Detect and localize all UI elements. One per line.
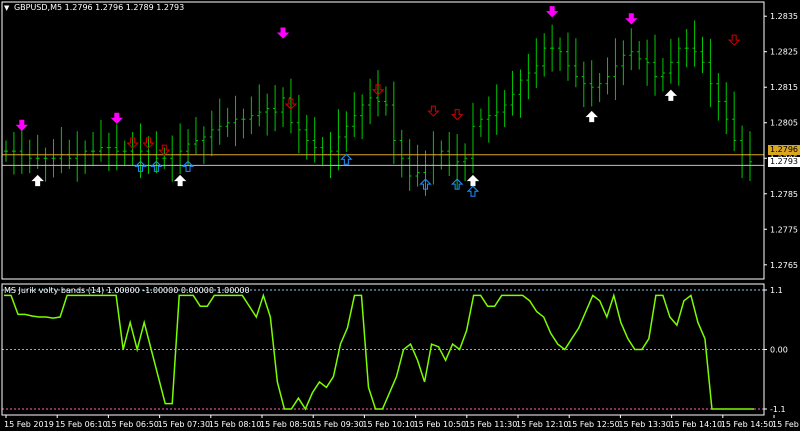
chevron-down-icon[interactable]: ▼ xyxy=(4,4,9,12)
price-tick-label: 1.2765 xyxy=(770,261,798,270)
arrow-up-icon xyxy=(340,153,353,165)
arrow-up-icon xyxy=(585,110,598,123)
bid-price-tag: 1.2796 xyxy=(768,145,800,155)
arrow-down-icon xyxy=(15,119,29,132)
indicator-title: MS Jurik volty bands (14) 1.00000 -1.000… xyxy=(4,286,250,295)
indicator-pane[interactable] xyxy=(2,289,764,411)
arrow-up-icon xyxy=(173,174,187,187)
arrow-up-icon xyxy=(664,89,678,101)
chart-header: ▼ GBPUSD,M5 1.2796 1.2796 1.2789 1.2793 xyxy=(4,3,184,12)
time-tick-label: 15 Feb 06:10 xyxy=(55,420,107,429)
arrow-down-icon xyxy=(727,34,741,46)
time-tick-label: 15 Feb 13:30 xyxy=(618,420,670,429)
price-tick-label: 1.2825 xyxy=(770,48,798,57)
indicator-tick-label: -1.1 xyxy=(770,405,786,414)
price-tick-label: 1.2815 xyxy=(770,83,798,92)
time-tick-label: 15 Feb 06:50 xyxy=(106,420,158,429)
arrow-down-icon xyxy=(545,6,559,18)
ohlc-label: 1.2796 1.2796 1.2789 1.2793 xyxy=(64,3,185,12)
ask-price-tag: 1.2793 xyxy=(768,157,800,167)
arrow-up-icon xyxy=(31,174,44,187)
time-tick-label: 15 Feb 15:30 xyxy=(772,420,800,429)
axes: 1.28351.28251.28151.28051.27951.27851.27… xyxy=(1,1,800,429)
arrow-up-icon xyxy=(466,185,480,197)
indicator-tick-label: 0.00 xyxy=(770,346,788,355)
price-tick-label: 1.2805 xyxy=(770,119,798,128)
price-pane[interactable] xyxy=(2,6,764,197)
time-tick-label: 15 Feb 08:10 xyxy=(209,420,261,429)
time-tick-label: 15 Feb 07:30 xyxy=(158,420,210,429)
time-tick-label: 15 Feb 11:30 xyxy=(465,420,517,429)
arrow-down-icon xyxy=(276,27,290,39)
arrow-down-icon xyxy=(625,13,638,25)
arrow-down-icon xyxy=(110,112,124,124)
indicator-tick-label: 1.1 xyxy=(770,286,783,295)
time-tick-label: 15 Feb 08:50 xyxy=(260,420,312,429)
time-tick-label: 15 Feb 14:10 xyxy=(670,420,722,429)
price-tick-label: 1.2775 xyxy=(770,225,798,234)
time-tick-label: 15 Feb 10:10 xyxy=(362,420,414,429)
time-tick-label: 15 Feb 10:50 xyxy=(414,420,466,429)
time-tick-label: 15 Feb 12:50 xyxy=(567,420,619,429)
time-tick-label: 15 Feb 09:30 xyxy=(311,420,363,429)
price-chart-canvas[interactable]: 1.28351.28251.28151.28051.27951.27851.27… xyxy=(0,0,800,431)
symbol-label: GBPUSD,M5 xyxy=(13,3,63,12)
arrow-down-icon xyxy=(450,109,464,121)
time-tick-label: 15 Feb 14:50 xyxy=(721,420,773,429)
price-tick-label: 1.2835 xyxy=(770,12,798,21)
indicator-line xyxy=(4,292,754,411)
price-tick-label: 1.2785 xyxy=(770,190,798,199)
arrow-up-icon xyxy=(466,174,480,187)
arrow-down-icon xyxy=(427,105,440,117)
price-pane-frame xyxy=(1,1,765,280)
time-tick-label: 15 Feb 12:10 xyxy=(516,420,568,429)
time-tick-label: 15 Feb 2019 xyxy=(4,420,54,429)
